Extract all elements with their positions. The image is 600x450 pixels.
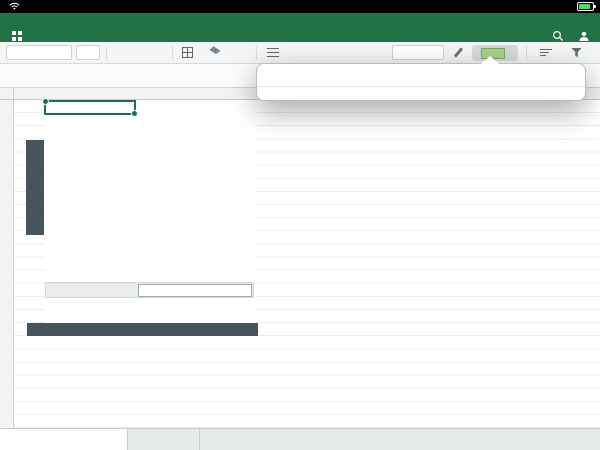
align-lines-icon	[266, 48, 279, 57]
toolbar-separator	[172, 46, 173, 60]
formatting-toolbar	[0, 42, 600, 64]
filter-button[interactable]	[566, 45, 590, 60]
popup-title	[257, 64, 585, 87]
wifi-icon	[9, 2, 20, 10]
inputs-section-label	[26, 140, 44, 235]
italic-button[interactable]	[132, 45, 146, 60]
fill-color-button[interactable]	[204, 45, 226, 60]
font-size-select[interactable]	[76, 45, 100, 60]
pen-icon	[452, 47, 464, 59]
ios-status-bar	[0, 0, 600, 13]
excel-title-bar	[0, 13, 600, 27]
search-icon	[552, 30, 564, 41]
sort-icon	[539, 48, 552, 57]
toolbar-separator	[106, 46, 107, 60]
worksheet-grid	[0, 98, 600, 428]
select-all-corner[interactable]	[0, 88, 14, 99]
if-you-pay-row	[45, 282, 254, 298]
font-name-select[interactable]	[6, 45, 72, 60]
status-left	[6, 2, 20, 10]
add-sheet-button[interactable]	[208, 429, 228, 450]
font-color-button[interactable]	[230, 45, 252, 60]
fill-color-icon	[209, 46, 221, 59]
draw-button[interactable]	[450, 45, 466, 60]
apps-grid-icon[interactable]	[12, 31, 16, 35]
sort-button[interactable]	[536, 45, 558, 60]
battery-icon	[577, 2, 596, 11]
font-color-icon	[235, 50, 247, 55]
excel-ipad-app	[0, 0, 600, 450]
cell-styles-popup	[256, 56, 586, 101]
payments-table-header	[27, 323, 258, 336]
toolbar-separator	[526, 46, 527, 60]
person-icon	[579, 31, 589, 41]
ribbon-tab-bar	[0, 27, 600, 42]
toolbar-separator	[256, 46, 257, 60]
borders-icon	[182, 47, 193, 58]
row-headers	[0, 100, 14, 428]
alignment-button[interactable]	[262, 45, 286, 60]
sheet-tab-mortgage[interactable]	[0, 429, 128, 450]
selected-cell[interactable]	[42, 98, 138, 117]
sheet-tab-bar	[0, 428, 600, 450]
borders-button[interactable]	[178, 45, 200, 60]
number-format-select[interactable]	[392, 45, 444, 60]
bold-button[interactable]	[112, 45, 128, 60]
filter-funnel-icon	[571, 47, 582, 58]
status-right	[574, 2, 596, 11]
sheet-tab-settings[interactable]	[128, 429, 200, 450]
pay-more-select[interactable]	[138, 284, 252, 297]
underline-button[interactable]	[150, 45, 166, 60]
